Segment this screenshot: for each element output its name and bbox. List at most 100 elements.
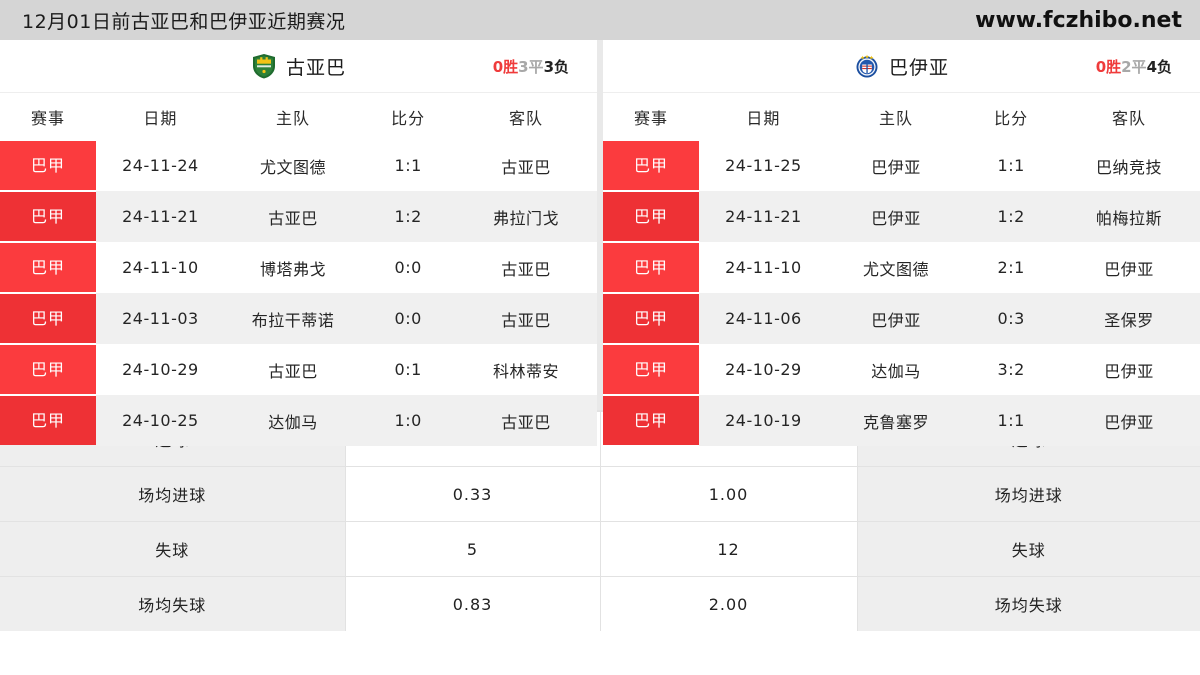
score-cell: 1:2 bbox=[964, 191, 1059, 242]
right-team-record: 0胜2平4负 bbox=[1096, 56, 1172, 77]
league-badge: 巴甲 bbox=[0, 243, 97, 292]
home-cell: 布拉干蒂诺 bbox=[224, 293, 362, 344]
league-cell: 巴甲 bbox=[603, 293, 700, 344]
league-cell: 巴甲 bbox=[603, 344, 700, 395]
left-record-wins: 0胜 bbox=[492, 57, 519, 76]
stat-label-left: 场均失球 bbox=[0, 576, 346, 631]
stat-label-right: 失球 bbox=[856, 521, 1200, 577]
home-cell: 巴伊亚 bbox=[827, 191, 965, 242]
table-row[interactable]: 巴甲 24-11-25 巴伊亚 1:1 巴纳竞技 bbox=[603, 140, 1200, 191]
away-cell: 巴伊亚 bbox=[1058, 242, 1200, 293]
league-badge: 巴甲 bbox=[603, 243, 700, 292]
date-cell: 24-11-25 bbox=[699, 140, 828, 191]
left-table-header-row: 赛事 日期 主队 比分 客队 bbox=[0, 93, 597, 140]
col-header-score: 比分 bbox=[964, 93, 1059, 140]
away-cell: 巴伊亚 bbox=[1058, 344, 1200, 395]
date-cell: 24-10-25 bbox=[96, 395, 225, 446]
stat-value-left: 5 bbox=[344, 521, 601, 577]
stat-label-right: 场均进球 bbox=[856, 466, 1200, 522]
stats-row: 场均进球 0.33 1.00 场均进球 bbox=[0, 466, 1200, 522]
col-header-away: 客队 bbox=[1058, 93, 1200, 140]
league-cell: 巴甲 bbox=[603, 140, 700, 191]
col-header-league: 赛事 bbox=[603, 93, 700, 140]
league-badge: 巴甲 bbox=[603, 396, 700, 445]
left-match-table: 赛事 日期 主队 比分 客队 巴甲 24-11-24 尤文图德 1:1 古亚巴 巴甲 24-… bbox=[0, 93, 597, 446]
date-cell: 24-11-21 bbox=[96, 191, 225, 242]
score-cell: 0:1 bbox=[361, 344, 456, 395]
home-cell: 克鲁塞罗 bbox=[827, 395, 965, 446]
page-title: 12月01日前古亚巴和巴伊亚近期赛况 bbox=[22, 10, 346, 33]
col-header-away: 客队 bbox=[455, 93, 597, 140]
score-cell: 2:1 bbox=[964, 242, 1059, 293]
right-record-wins: 0胜 bbox=[1095, 57, 1122, 76]
league-cell: 巴甲 bbox=[0, 395, 97, 446]
right-team-panel: 巴伊亚 0胜2平4负 赛事 日期 主队 比分 客队 巴甲 24-11-25 巴伊… bbox=[603, 40, 1200, 446]
league-badge: 巴甲 bbox=[0, 192, 97, 241]
away-cell: 科林蒂安 bbox=[455, 344, 597, 395]
league-cell: 巴甲 bbox=[603, 395, 700, 446]
table-row[interactable]: 巴甲 24-11-21 巴伊亚 1:2 帕梅拉斯 bbox=[603, 191, 1200, 242]
table-row[interactable]: 巴甲 24-11-06 巴伊亚 0:3 圣保罗 bbox=[603, 293, 1200, 344]
league-cell: 巴甲 bbox=[603, 242, 700, 293]
table-row[interactable]: 巴甲 24-10-29 达伽马 3:2 巴伊亚 bbox=[603, 344, 1200, 395]
score-cell: 1:1 bbox=[361, 140, 456, 191]
col-header-home: 主队 bbox=[827, 93, 965, 140]
table-row[interactable]: 巴甲 24-10-19 克鲁塞罗 1:1 巴伊亚 bbox=[603, 395, 1200, 446]
left-team-panel: 古亚巴 0胜3平3负 赛事 日期 主队 比分 客队 巴甲 24-11-24 尤文… bbox=[0, 40, 597, 446]
left-record-losses: 3负 bbox=[543, 57, 569, 76]
table-row[interactable]: 巴甲 24-11-24 尤文图德 1:1 古亚巴 bbox=[0, 140, 597, 191]
titlebar: 12月01日前古亚巴和巴伊亚近期赛况 www.fczhibo.net bbox=[0, 0, 1200, 40]
date-cell: 24-11-10 bbox=[96, 242, 225, 293]
left-team-header: 古亚巴 0胜3平3负 bbox=[0, 40, 597, 93]
col-header-date: 日期 bbox=[96, 93, 225, 140]
league-cell: 巴甲 bbox=[603, 191, 700, 242]
blue-circular-crest-icon bbox=[854, 53, 880, 79]
stats-row: 失球 5 12 失球 bbox=[0, 521, 1200, 577]
date-cell: 24-10-29 bbox=[96, 344, 225, 395]
stats-row: 场均失球 0.83 2.00 场均失球 bbox=[0, 576, 1200, 631]
home-cell: 古亚巴 bbox=[224, 344, 362, 395]
league-cell: 巴甲 bbox=[0, 293, 97, 344]
table-row[interactable]: 巴甲 24-10-29 古亚巴 0:1 科林蒂安 bbox=[0, 344, 597, 395]
table-row[interactable]: 巴甲 24-11-10 博塔弗戈 0:0 古亚巴 bbox=[0, 242, 597, 293]
home-cell: 达伽马 bbox=[224, 395, 362, 446]
table-row[interactable]: 巴甲 24-10-25 达伽马 1:0 古亚巴 bbox=[0, 395, 597, 446]
stat-label-right: 场均失球 bbox=[856, 576, 1200, 631]
table-row[interactable]: 巴甲 24-11-10 尤文图德 2:1 巴伊亚 bbox=[603, 242, 1200, 293]
left-team-name: 古亚巴 bbox=[285, 56, 346, 79]
col-header-league: 赛事 bbox=[0, 93, 97, 140]
away-cell: 古亚巴 bbox=[455, 242, 597, 293]
stat-label-left: 场均进球 bbox=[0, 466, 346, 522]
home-cell: 博塔弗戈 bbox=[224, 242, 362, 293]
away-cell: 巴纳竞技 bbox=[1058, 140, 1200, 191]
date-cell: 24-11-21 bbox=[699, 191, 828, 242]
col-header-home: 主队 bbox=[224, 93, 362, 140]
home-cell: 尤文图德 bbox=[827, 242, 965, 293]
date-cell: 24-11-06 bbox=[699, 293, 828, 344]
date-cell: 24-10-29 bbox=[699, 344, 828, 395]
score-cell: 3:2 bbox=[964, 344, 1059, 395]
right-record-draws: 2平 bbox=[1121, 57, 1147, 76]
away-cell: 古亚巴 bbox=[455, 140, 597, 191]
stat-value-right: 2.00 bbox=[599, 576, 858, 631]
league-badge: 巴甲 bbox=[603, 345, 700, 394]
right-team-name: 巴伊亚 bbox=[888, 56, 949, 79]
match-stats-page: 12月01日前古亚巴和巴伊亚近期赛况 www.fczhibo.net 古亚巴 0… bbox=[0, 0, 1200, 675]
league-badge: 巴甲 bbox=[603, 192, 700, 241]
league-badge: 巴甲 bbox=[0, 141, 97, 190]
league-badge: 巴甲 bbox=[0, 294, 97, 343]
left-team-record: 0胜3平3负 bbox=[493, 56, 569, 77]
date-cell: 24-11-03 bbox=[96, 293, 225, 344]
right-match-table: 赛事 日期 主队 比分 客队 巴甲 24-11-25 巴伊亚 1:1 巴纳竞技 巴甲 24-… bbox=[603, 93, 1200, 446]
stat-value-left: 0.33 bbox=[344, 466, 601, 522]
league-badge: 巴甲 bbox=[0, 345, 97, 394]
table-row[interactable]: 巴甲 24-11-03 布拉干蒂诺 0:0 古亚巴 bbox=[0, 293, 597, 344]
col-header-date: 日期 bbox=[699, 93, 828, 140]
date-cell: 24-11-24 bbox=[96, 140, 225, 191]
home-cell: 巴伊亚 bbox=[827, 293, 965, 344]
right-team-header: 巴伊亚 0胜2平4负 bbox=[603, 40, 1200, 93]
score-cell: 1:0 bbox=[361, 395, 456, 446]
table-row[interactable]: 巴甲 24-11-21 古亚巴 1:2 弗拉门戈 bbox=[0, 191, 597, 242]
team-panels: 古亚巴 0胜3平3负 赛事 日期 主队 比分 客队 巴甲 24-11-24 尤文… bbox=[0, 40, 1200, 446]
score-cell: 0:3 bbox=[964, 293, 1059, 344]
